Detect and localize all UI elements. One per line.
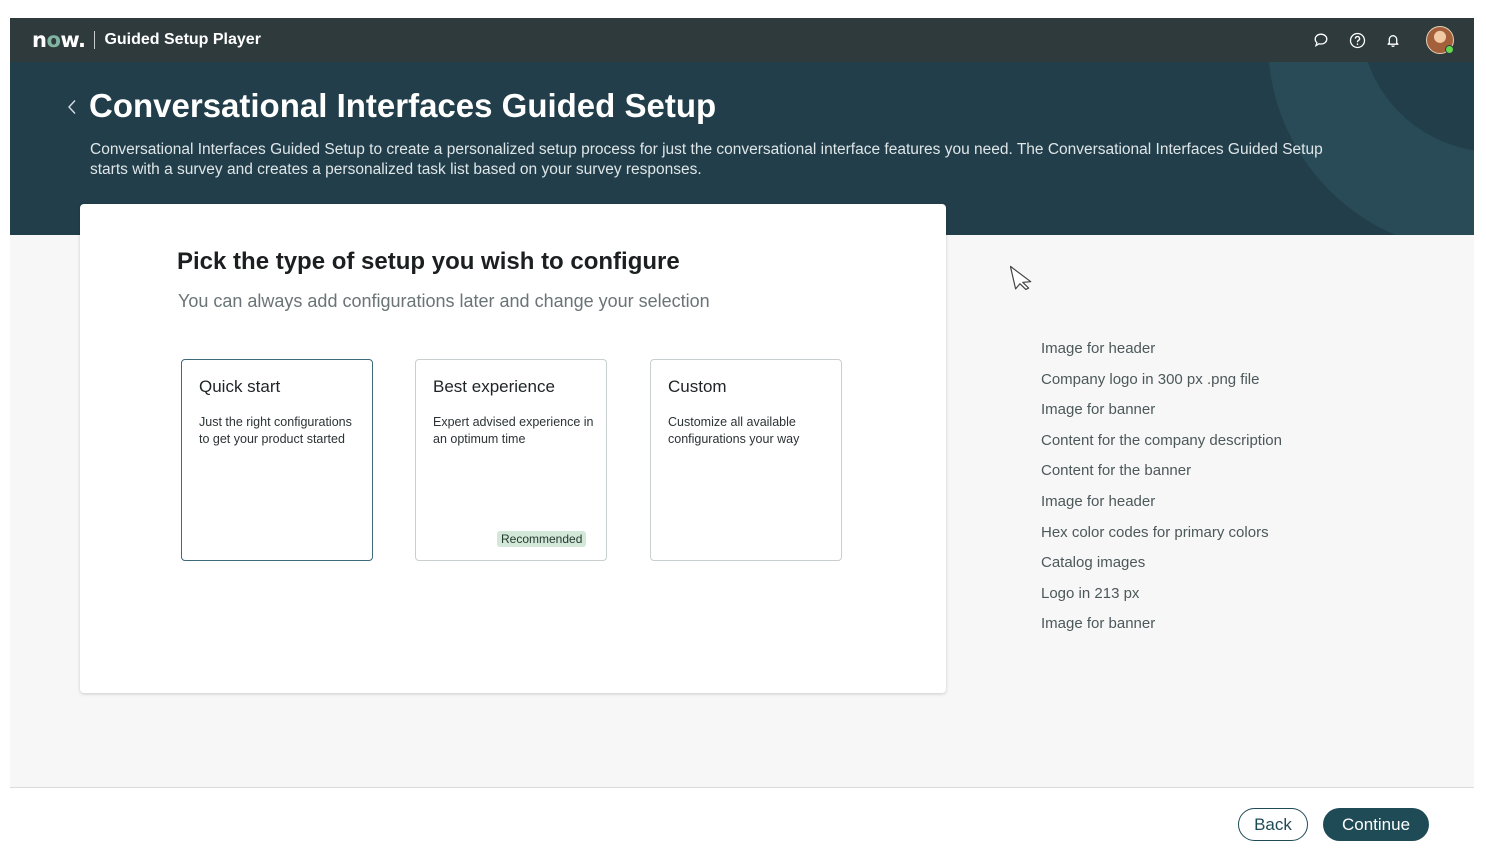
option-description: Expert advised experience in an optimum … (433, 415, 594, 446)
page-title: Conversational Interfaces Guided Setup (89, 87, 717, 124)
user-avatar[interactable] (1426, 26, 1454, 54)
list-item: Content for the banner (1041, 462, 1192, 480)
option-custom[interactable]: Custom Customize all available configura… (650, 359, 842, 561)
list-item: Company logo in 300 px .png file (1041, 370, 1260, 388)
now-logo[interactable]: now. (32, 28, 86, 52)
option-title: Best experience (433, 377, 555, 396)
option-title: Quick start (199, 377, 281, 396)
required-assets-list: Image for header Company logo in 300 px … (1041, 334, 1282, 640)
list-item: Image for banner (1041, 401, 1156, 419)
chevron-left-icon[interactable] (64, 96, 80, 118)
option-quick-start[interactable]: Quick start Just the right configuration… (181, 359, 373, 561)
card-subtitle: You can always add configurations later … (178, 291, 710, 311)
option-description: Just the right configurations to get you… (199, 415, 352, 446)
list-item: Catalog images (1041, 554, 1146, 572)
page-description: Conversational Interfaces Guided Setup t… (90, 141, 1323, 178)
topbar-actions (1312, 18, 1454, 62)
option-title: Custom (668, 377, 727, 396)
setup-type-card: Pick the type of setup you wish to confi… (80, 204, 946, 693)
pointer-cursor-icon (1010, 265, 1032, 291)
list-item: Hex color codes for primary colors (1041, 523, 1269, 541)
app-frame: now. Guided Setup Player Conversational … (10, 18, 1474, 865)
recommended-badge: Recommended (497, 531, 587, 547)
list-item: Image for header (1041, 492, 1156, 510)
chat-icon[interactable] (1312, 31, 1330, 49)
list-item: Image for header (1041, 340, 1156, 357)
back-button[interactable]: Back (1238, 808, 1308, 841)
top-navigation-bar: now. Guided Setup Player (10, 18, 1474, 62)
card-title: Pick the type of setup you wish to confi… (177, 248, 680, 275)
brand-divider (94, 31, 96, 49)
list-item: Image for banner (1041, 615, 1156, 633)
option-description: Customize all available configurations y… (668, 415, 800, 446)
notification-bell-icon[interactable] (1384, 31, 1402, 49)
continue-button[interactable]: Continue (1323, 808, 1429, 841)
list-item: Content for the company description (1041, 431, 1282, 449)
list-item: Logo in 213 px (1041, 584, 1140, 602)
app-title: Guided Setup Player (104, 31, 261, 48)
help-icon[interactable] (1348, 31, 1366, 49)
option-best-experience[interactable]: Best experience Expert advised experienc… (415, 359, 607, 561)
brand: now. Guided Setup Player (32, 28, 261, 52)
footer-bar: Back Continue (10, 788, 1474, 865)
